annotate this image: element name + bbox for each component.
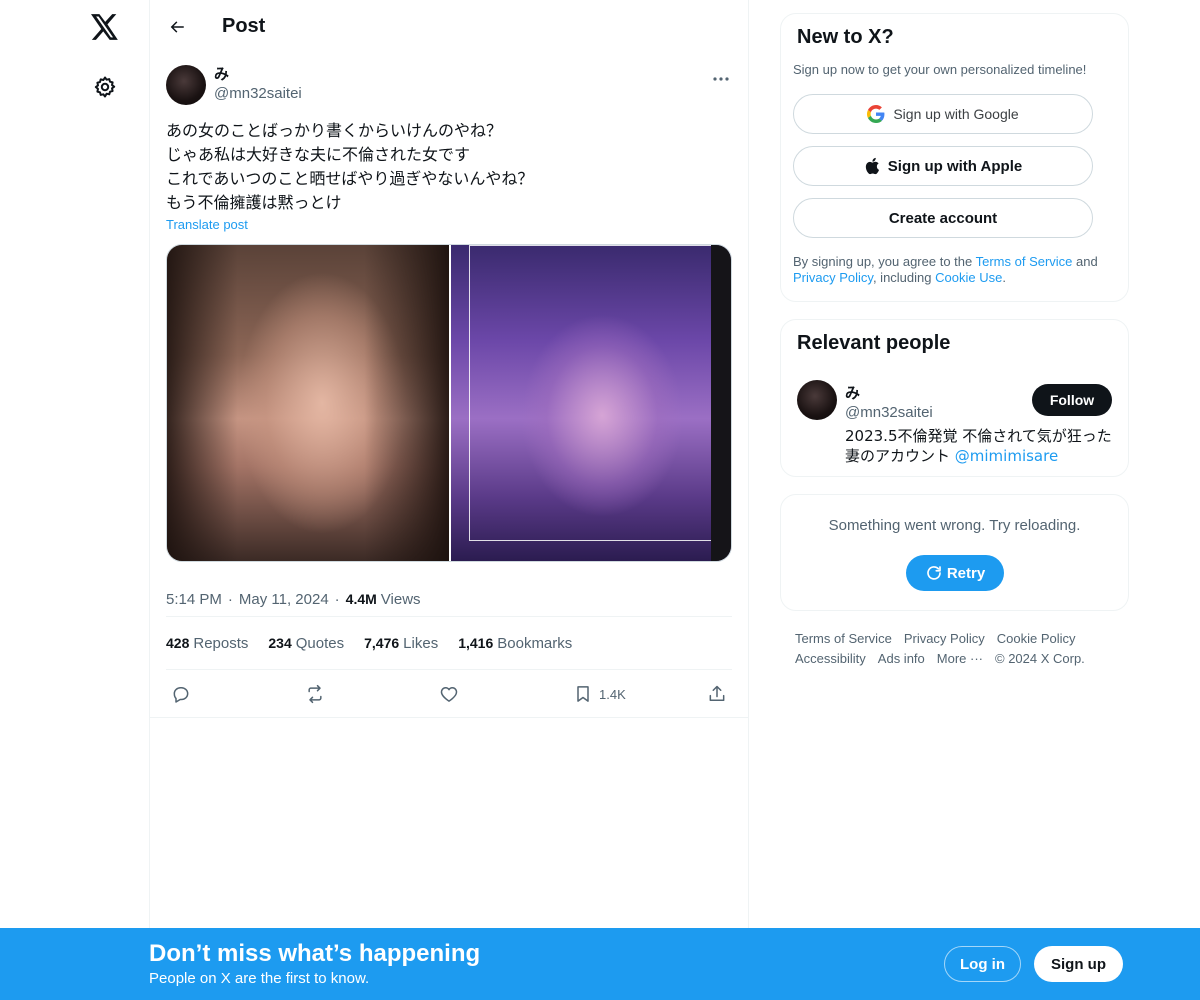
reposts-stat[interactable]: 428 Reposts [166,635,248,652]
relevant-people-title: Relevant people [797,332,951,354]
page-title: Post [222,15,266,37]
author-name[interactable]: み [214,67,302,82]
apple-icon [864,157,880,175]
post-photo-left[interactable] [167,245,449,561]
avatar[interactable] [166,65,206,105]
signup-button[interactable]: Sign up [1034,946,1123,982]
signup-legal-text: By signing up, you agree to the Terms of… [793,254,1098,285]
google-icon [867,105,885,123]
repost-icon[interactable] [305,683,325,705]
post-text-line: あの女のことばっかり書くからいけんのやね？ [166,121,503,140]
post-text: あの女のことばっかり書くからいけんのやね？ じゃあ私は大好きな夫に不倫された女で… [150,109,748,215]
quotes-stat[interactable]: 234 Quotes [268,635,344,652]
post-photo-right[interactable] [451,245,731,561]
views-label: Views [380,590,421,608]
cookie-link[interactable]: Cookie Use [935,270,1002,285]
create-account-label: Create account [888,209,998,227]
error-message: Something went wrong. Try reloading. [828,517,1081,534]
like-icon[interactable] [439,683,459,705]
share-icon[interactable] [707,683,727,705]
retry-button[interactable]: Retry [906,555,1004,591]
signup-google-label: Sign up with Google [893,106,1019,122]
new-to-x-title: New to X? [797,26,894,48]
post-header: Post [150,0,748,53]
footer-privacy-link[interactable]: Privacy Policy [904,629,985,649]
post-text-line: じゃあ私は大好きな夫に不倫された女です [166,145,471,164]
signup-apple-button[interactable]: Sign up with Apple [793,146,1093,186]
bookmarks-stat[interactable]: 1,416 Bookmarks [458,635,572,652]
more-icon[interactable] [710,71,732,87]
gear-icon[interactable] [90,72,120,102]
post-meta: 5:14 PM · May 11, 2024 · 4.4M Views [166,562,732,617]
retry-icon [927,566,941,580]
footer-more-link[interactable]: More ··· [937,649,983,669]
footer-links: Terms of Service Privacy Policy Cookie Pol… [795,629,1115,669]
x-logo-icon[interactable] [88,10,122,44]
left-nav [0,0,150,1000]
error-card: Something went wrong. Try reloading. Ret… [780,494,1129,611]
bio-mention-link[interactable]: @mimimisare [955,447,1058,465]
bottom-bar-title: Don’t miss what’s happening [149,940,481,967]
post-actions: 1.4K [150,670,748,718]
post-media[interactable] [166,244,732,562]
author-handle[interactable]: @mn32saitei [214,86,302,101]
separator: · [334,590,340,608]
avatar[interactable] [797,380,837,420]
crop-frame [469,245,713,541]
post-date[interactable]: May 11, 2024 [239,591,329,608]
post-time[interactable]: 5:14 PM [166,591,222,608]
bottom-signup-bar: Don’t miss what’s happening People on X … [0,928,1200,1000]
reply-icon[interactable] [171,683,191,705]
footer-accessibility-link[interactable]: Accessibility [795,649,866,669]
footer-terms-link[interactable]: Terms of Service [795,629,892,649]
new-to-x-subtitle: Sign up now to get your own personalized… [793,62,1087,77]
relevant-person-handle[interactable]: @mn32saitei [845,404,933,421]
views-count: 4.4M [345,591,377,607]
create-account-button[interactable]: Create account [793,198,1093,238]
post-author: み @mn32saitei [150,53,748,109]
signup-google-button[interactable]: Sign up with Google [793,94,1093,134]
relevant-person-bio: 2023.5不倫発覚 不倫されて気が狂った妻のアカウント @mimimisare [845,427,1112,465]
signup-apple-label: Sign up with Apple [887,157,1023,175]
separator: · [227,590,233,608]
copyright: © 2024 X Corp. [995,651,1085,666]
relevant-person-name[interactable]: み [845,382,860,403]
terms-link[interactable]: Terms of Service [976,254,1073,269]
footer-ads-link[interactable]: Ads info [878,649,925,669]
post-text-line: もう不倫擁護は黙っとけ [166,193,342,212]
translate-post-link[interactable]: Translate post [150,217,748,232]
relevant-people-card: Relevant people み @mn32saitei Follow 202… [780,319,1129,477]
privacy-link[interactable]: Privacy Policy [793,270,873,285]
bookmark-icon[interactable]: 1.4K [573,683,626,705]
login-button[interactable]: Log in [944,946,1021,982]
back-arrow-icon[interactable] [166,16,188,38]
new-to-x-card: New to X? Sign up now to get your own pe… [780,13,1129,302]
post-text-line: これであいつのこと晒せばやり過ぎやないんやね？ [166,169,534,188]
main-column: Post み @mn32saitei あの女のことばっかり書くからいけんのやね？… [149,0,749,1000]
bottom-bar-subtitle: People on X are the first to know. [149,970,370,987]
footer-cookie-link[interactable]: Cookie Policy [997,629,1076,649]
bookmark-count: 1.4K [599,686,626,702]
follow-button[interactable]: Follow [1032,384,1112,416]
likes-stat[interactable]: 7,476 Likes [364,635,438,652]
post-stats: 428 Reposts 234 Quotes 7,476 Likes 1,416 Boo… [166,617,732,670]
